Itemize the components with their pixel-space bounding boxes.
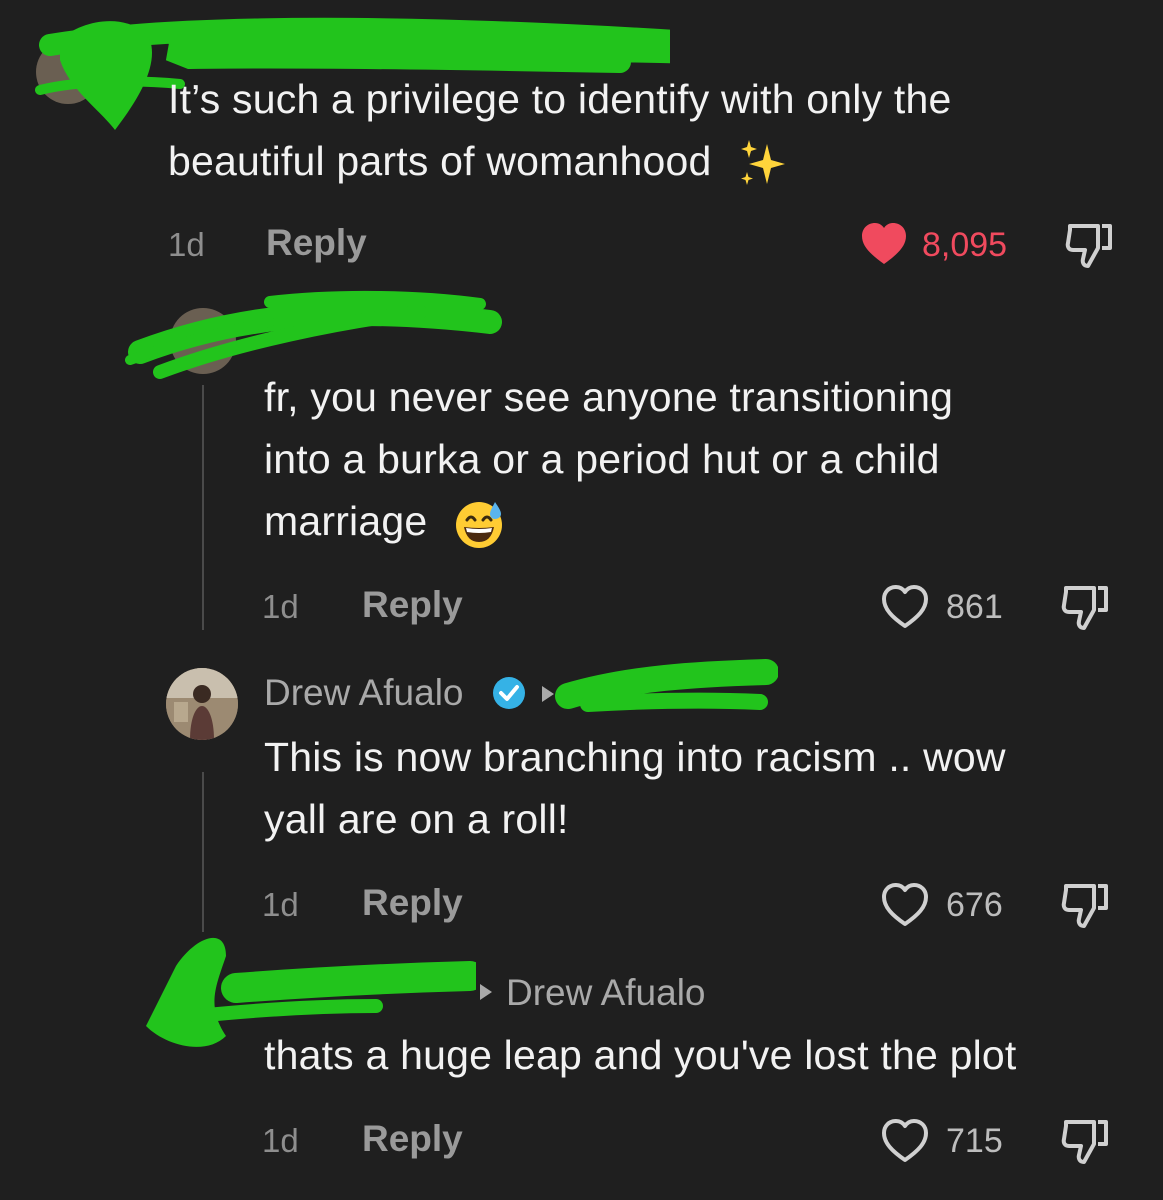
reply-button[interactable]: Reply	[362, 1118, 463, 1160]
dislike-icon[interactable]	[1060, 882, 1112, 930]
timestamp: 1d	[262, 886, 299, 923]
like-count: 715	[946, 1122, 1003, 1160]
verified-badge-icon	[493, 677, 525, 709]
like-count: 8,095	[922, 226, 1008, 264]
thread-line	[202, 772, 204, 932]
username[interactable]: Drew Afualo	[264, 672, 464, 714]
dislike-icon[interactable]	[1064, 222, 1116, 270]
comment-text-line: yall are on a roll!	[264, 796, 569, 842]
comment-text-line: This is now branching into racism .. wow	[264, 734, 1006, 780]
heart-icon[interactable]	[860, 222, 908, 266]
comment-text-line: marriage	[264, 498, 428, 544]
grinning-sweat-emoji	[455, 502, 502, 549]
reply-button[interactable]: Reply	[362, 584, 463, 626]
heart-icon[interactable]	[880, 882, 930, 928]
comment-text-line: into a burka or a period hut or a child	[264, 436, 940, 482]
redaction-mark	[555, 659, 778, 712]
like-count: 861	[946, 588, 1003, 626]
sparkles-icon	[741, 140, 786, 186]
dislike-icon[interactable]	[1060, 1118, 1112, 1166]
reply-button[interactable]: Reply	[266, 222, 367, 264]
avatar-photo	[166, 668, 238, 740]
comment-text-line: It’s such a privilege to identify with o…	[168, 76, 952, 122]
dislike-icon[interactable]	[1060, 584, 1112, 632]
reply-arrow-icon	[480, 984, 492, 1000]
heart-icon[interactable]	[880, 1118, 930, 1164]
thread-line	[202, 385, 204, 630]
timestamp: 1d	[262, 1122, 299, 1159]
comment-text-line: fr, you never see anyone transitioning	[264, 374, 954, 420]
comment-text-line: thats a huge leap and you've lost the pl…	[264, 1032, 1017, 1078]
timestamp: 1d	[262, 588, 299, 625]
avatar[interactable]	[166, 668, 238, 740]
like-count: 676	[946, 886, 1003, 924]
reply-button[interactable]: Reply	[362, 882, 463, 924]
timestamp: 1d	[168, 226, 205, 263]
reply-to-username[interactable]: Drew Afualo	[506, 972, 706, 1014]
comment-text-line: beautiful parts of womanhood	[168, 138, 712, 184]
heart-icon[interactable]	[880, 584, 930, 630]
